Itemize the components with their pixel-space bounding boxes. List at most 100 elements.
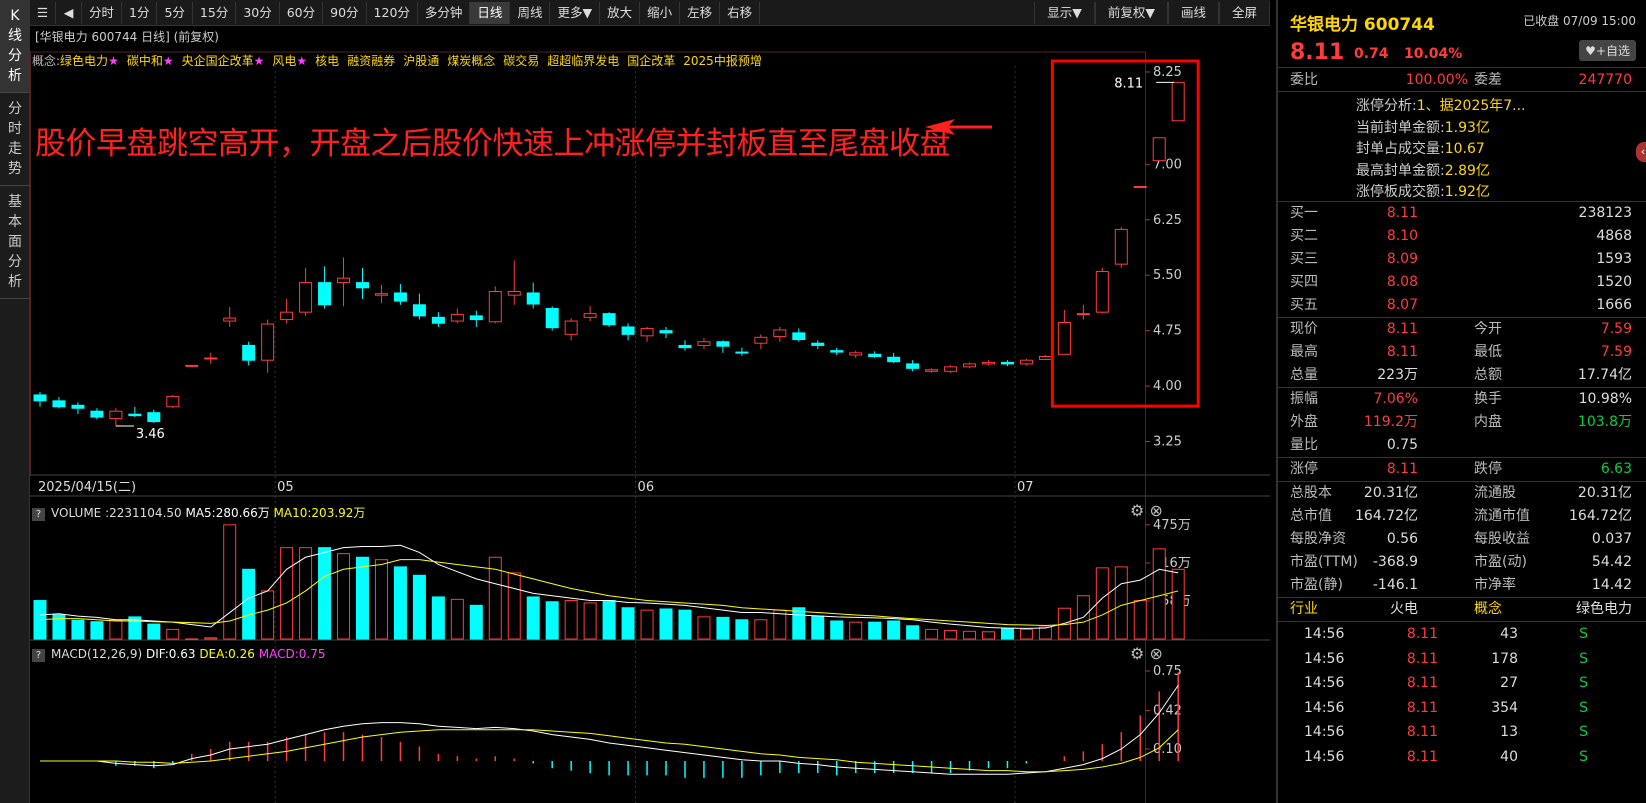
toolbar-item-8[interactable]: 多分钟 (418, 1, 471, 24)
help-icon[interactable]: ? (32, 649, 45, 662)
volume-panel-buttons: ⚙ ⊗ (1130, 501, 1163, 520)
volume-bar (830, 620, 844, 640)
volume-bar (678, 609, 692, 640)
volume-bar (1133, 600, 1147, 640)
concept-tag[interactable]: 碳交易 (503, 54, 539, 68)
toolbar-item-12[interactable]: 放大 (600, 1, 641, 24)
candle-body (1152, 137, 1166, 162)
gear-icon[interactable]: ⚙ (1130, 644, 1144, 663)
tick-list: 14:56 8.11 43 S 14:56 8.11 178 S 14:56 8.11 27 S 14:… (1278, 622, 1646, 769)
quote-panel: 华银电力 600744 已收盘 07/09 15:00 8.11 0.74 10… (1276, 0, 1646, 803)
stat-row: 市盈(静) -146.1 市净率 14.42 (1290, 577, 1632, 593)
candle-body (109, 410, 123, 420)
concept-tag[interactable]: 沪股通 (403, 54, 439, 68)
toolbar-right-item-1[interactable]: 前复权▼ (1094, 2, 1168, 24)
stat-row: 总市值 164.72亿 流通市值 164.72亿 (1290, 508, 1632, 524)
toolbar-item-13[interactable]: 缩小 (640, 1, 681, 24)
volume-bar (318, 547, 332, 640)
volume-bar (109, 619, 123, 640)
toolbar-item-7[interactable]: 120分 (367, 1, 418, 24)
toolbar-item-14[interactable]: 左移 (680, 1, 721, 24)
concept-tag[interactable]: 超超临界发电 (547, 54, 619, 68)
side-tab-0[interactable]: K线分析 (0, 0, 30, 93)
gear-icon[interactable]: ⚙ (1130, 501, 1144, 520)
close-icon[interactable]: ⊗ (1149, 644, 1162, 663)
toolbar-item-9[interactable]: 日线 (470, 1, 511, 24)
toolbar-right-item-2[interactable]: 画线 (1167, 2, 1219, 24)
price-axis-label: 5.50 (1153, 268, 1182, 283)
stat-row: 涨停 8.11 跌停 6.63 (1290, 461, 1632, 477)
concept-tag[interactable]: 碳中和★ (127, 54, 174, 68)
volume-bar (280, 547, 294, 640)
concept-tag[interactable]: 融资融券 (347, 54, 395, 68)
candle-body (735, 351, 749, 354)
toolbar-item-0[interactable]: 分时 (82, 1, 123, 24)
limit-prices: 涨停 8.11 跌停 6.63 (1278, 458, 1646, 482)
candle-body (280, 311, 294, 321)
volume-bar (982, 631, 995, 640)
toolbar-right-item-3[interactable]: 全屏 (1218, 2, 1270, 24)
order-book: 买一 8.11 238123 买二 8.10 4868 买三 8.09 1593 买四 8.08 15… (1278, 202, 1646, 318)
candle-body (147, 412, 161, 423)
price-axis-label: 4.75 (1153, 324, 1182, 339)
toolbar-item-6[interactable]: 90分 (323, 1, 367, 24)
candle-body (431, 316, 445, 324)
candle-body (1133, 186, 1147, 189)
toolbar-item-10[interactable]: 周线 (510, 1, 551, 24)
candle-body (507, 290, 521, 296)
candle-body (71, 404, 85, 409)
volume-bar (697, 616, 711, 640)
limit-info-row: 最高封单金额:2.89亿 (1356, 162, 1490, 179)
volume-bar (393, 566, 407, 640)
toolbar-item-1[interactable]: 1分 (122, 1, 158, 24)
volume-bar (716, 616, 730, 640)
candle-body (299, 282, 313, 313)
stat-row: 现价 8.11 今开 7.59 (1290, 321, 1632, 337)
collapse-arrow-icon[interactable]: ‹ (1636, 142, 1646, 162)
annotation-text: 股价早盘跳空高开，开盘之后股价快速上冲涨停并封板直至尾盘收盘 (35, 126, 951, 162)
candle-body (450, 313, 464, 322)
side-tab-2[interactable]: 基本面分析 (0, 186, 30, 299)
fundamentals: 总股本 20.31亿 流通股 20.31亿 总市值 164.72亿 流通市值 164.72亿每… (1278, 482, 1646, 598)
price-frame (30, 51, 1146, 476)
concept-tag[interactable]: 2025中报预增 (683, 54, 762, 68)
toolbar-item-15[interactable]: 右移 (720, 1, 761, 24)
toolbar-right-item-0[interactable]: 显示▼ (1034, 2, 1095, 24)
limit-info-row: 当前封单金额:1.93亿 (1356, 119, 1490, 136)
volume-bar (944, 630, 958, 640)
bid-row: 买四 8.08 1520 (1290, 274, 1632, 290)
volume-bar (1019, 628, 1033, 640)
concept-tag[interactable]: 煤炭概念 (447, 54, 495, 68)
concept-tag[interactable]: 央企国企改革★ (182, 54, 265, 68)
concept-tag[interactable]: 核电 (315, 54, 339, 68)
add-watchlist-button[interactable]: ♥+自选 (1579, 40, 1636, 61)
volume-bar (735, 619, 749, 640)
tick-row: 14:56 8.11 40 S (1304, 748, 1588, 765)
quote-header: 华银电力 600744 已收盘 07/09 15:00 8.11 0.74 10… (1278, 0, 1646, 68)
toolbar-item-11[interactable]: 更多▼ (550, 1, 601, 24)
back-icon[interactable]: ◀ (56, 1, 82, 24)
close-icon[interactable]: ⊗ (1149, 501, 1162, 520)
toolbar-item-2[interactable]: 5分 (157, 1, 193, 24)
side-tab-1[interactable]: 分时走势 (0, 93, 30, 186)
candle-body (849, 352, 863, 356)
candle-body (754, 336, 768, 344)
candle-body (1000, 361, 1014, 365)
help-icon[interactable]: ? (32, 508, 45, 521)
volume-bar (887, 620, 901, 640)
volume-bar (659, 608, 673, 640)
concept-tag[interactable]: 国企改革 (627, 54, 675, 68)
concept-tag[interactable]: 绿色电力★ (60, 54, 119, 68)
volume-bar (1114, 566, 1128, 640)
toolbar-item-3[interactable]: 15分 (193, 1, 237, 24)
volume-bar (90, 621, 104, 640)
price-axis-label: 8.25 (1153, 65, 1182, 80)
stat-row: 最高 8.11 最低 7.59 (1290, 344, 1632, 360)
toolbar-item-4[interactable]: 30分 (236, 1, 280, 24)
concept-tag[interactable]: 风电★ (272, 54, 307, 68)
toolbar-item-5[interactable]: 60分 (280, 1, 324, 24)
limit-info-row: 涨停板成交额:1.92亿 (1356, 184, 1490, 200)
candle-body (355, 282, 369, 289)
concept-bar: 概念:绿色电力★ 碳中和★ 央企国企改革★ 风电★ 核电 融资融券 沪股通 煤炭概念 碳交易 超超… (32, 52, 770, 69)
menu-icon[interactable]: ☰ (30, 1, 56, 24)
